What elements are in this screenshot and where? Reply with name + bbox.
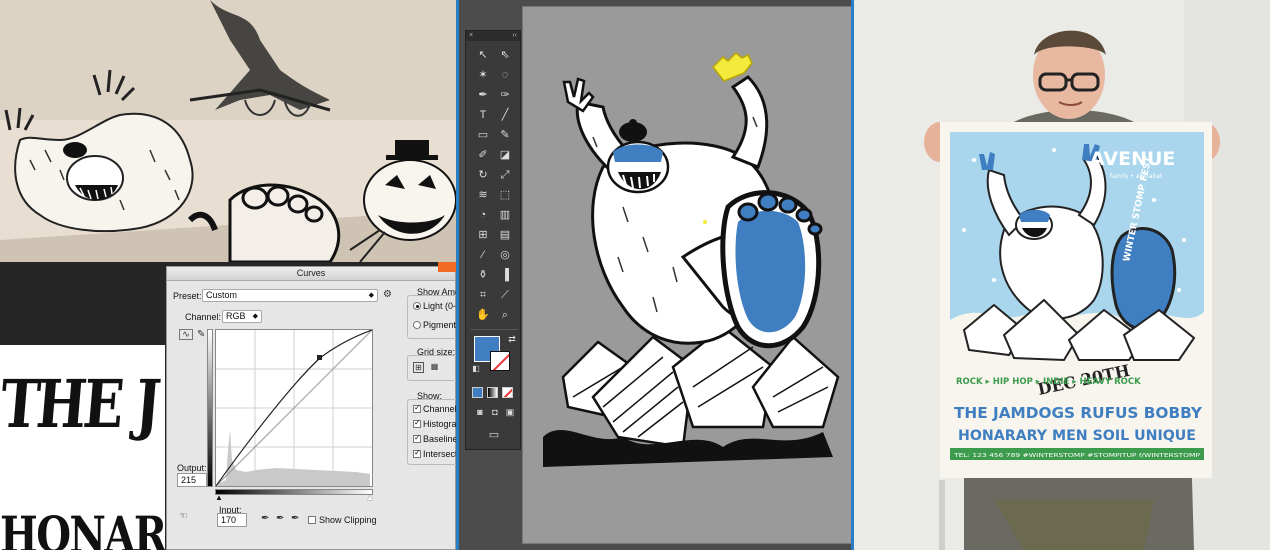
eyedropper-black-icon[interactable]: ✒ <box>261 513 269 524</box>
show-intersect-checkbox[interactable] <box>413 448 421 458</box>
show-baseline-checkbox[interactable] <box>413 433 421 443</box>
grid-simple-icon[interactable]: ⊞ <box>413 362 424 373</box>
curves-title: Curves <box>167 267 455 281</box>
photo-scene: WINTER STOMP FEST AVENUE family • alphab… <box>854 0 1270 550</box>
poster-footer: TEL: 123 456 789 #WINTERSTOMP #STOMPITUP… <box>953 453 1201 459</box>
direct-selection-tool-icon[interactable]: ⇖ <box>497 47 513 63</box>
tools-panel-header: × ‹‹ <box>466 31 520 41</box>
light-radio[interactable] <box>413 302 421 310</box>
show-histogram-checkbox[interactable] <box>413 418 421 428</box>
show-intersect-label: Intersect <box>423 449 456 459</box>
rotate-tool-icon[interactable]: ↻ <box>475 167 491 183</box>
eyedropper-tool-icon[interactable]: ⁄ <box>475 247 491 263</box>
curve-point-icon[interactable]: ∿ <box>179 329 193 340</box>
yeti-vector-art <box>543 51 840 467</box>
paintbrush-tool-icon[interactable]: ✎ <box>497 127 513 143</box>
input-gradient <box>215 489 373 495</box>
curvature-tool-icon[interactable]: ✑ <box>497 87 513 103</box>
preset-select[interactable]: Custom ◆ <box>202 289 378 302</box>
curve-plot <box>215 329 373 487</box>
type-tool-icon[interactable]: T <box>475 107 491 123</box>
show-channel-checkbox[interactable] <box>413 403 421 413</box>
hand-tool-icon[interactable]: ✋ <box>475 307 491 323</box>
preset-label: Preset: <box>173 291 202 301</box>
poster-venue: AVENUE <box>1090 148 1175 170</box>
artboard[interactable] <box>522 6 851 544</box>
curve-control-point[interactable] <box>317 355 322 360</box>
eyedropper-gray-icon[interactable]: ✒ <box>276 513 284 524</box>
close-icon[interactable]: × <box>469 31 473 41</box>
eraser-tool-icon[interactable]: ◪ <box>497 147 513 163</box>
show-baseline-label: Baseline <box>423 434 456 444</box>
scale-tool-icon[interactable]: ⤢ <box>497 167 513 183</box>
show-channel-label: Channel <box>423 404 456 414</box>
left-panel: THE J HONARARY MEN EN Curves Preset: Cus… <box>0 0 456 550</box>
default-colors-icon[interactable]: ◧ <box>468 361 484 377</box>
poster-venue-sub: family • alphabet <box>1110 173 1163 180</box>
eyedropper-white-icon[interactable]: ✒ <box>291 513 299 524</box>
output-field[interactable]: 215 <box>177 473 207 487</box>
light-label: Light (0- <box>423 301 456 311</box>
gear-icon[interactable]: ⚙ <box>383 289 392 300</box>
show-clipping-checkbox[interactable] <box>308 516 316 524</box>
lettering-line-1: THE J <box>0 365 161 443</box>
poster-photo: WINTER STOMP FEST AVENUE family • alphab… <box>854 0 1270 550</box>
gradient-tool-icon[interactable]: ▤ <box>497 227 513 243</box>
free-transform-tool-icon[interactable]: ⬚ <box>497 187 513 203</box>
pen-tool-icon[interactable]: ✒ <box>475 87 491 103</box>
slice-tool-icon[interactable]: ⟋ <box>497 287 513 303</box>
output-label: Output: <box>177 463 207 473</box>
collapse-icon[interactable]: ‹‹ <box>512 31 517 41</box>
width-tool-icon[interactable]: ≋ <box>475 187 491 203</box>
blend-tool-icon[interactable]: ◎ <box>497 247 513 263</box>
pigment-radio[interactable] <box>413 321 421 329</box>
stroke-swatch[interactable] <box>490 351 510 371</box>
hand-adjust-icon[interactable]: ☜ <box>179 511 188 522</box>
poster-bands-line-2: HONARARY MEN SOIL UNIQUE <box>958 428 1196 444</box>
none-mode-button[interactable] <box>502 387 513 398</box>
output-gradient <box>207 329 213 487</box>
symbol-sprayer-tool-icon[interactable]: ⚱ <box>475 267 491 283</box>
poster-genres: ROCK ▸ HIP HOP ▸ INDIE ▸ HEAVY ROCK <box>956 377 1141 387</box>
shaper-tool-icon[interactable]: ✐ <box>475 147 491 163</box>
input-field[interactable]: 170 <box>217 513 247 527</box>
white-point-slider[interactable]: ▲ <box>366 493 374 502</box>
selection-tool-icon[interactable]: ↖ <box>475 47 491 63</box>
mesh-tool-icon[interactable]: ⊞ <box>475 227 491 243</box>
line-tool-icon[interactable]: ╱ <box>497 107 513 123</box>
curves-graph[interactable] <box>215 329 373 487</box>
hand-lettering-sheet: THE J HONARARY MEN <box>0 345 165 550</box>
draw-behind-icon[interactable]: ◘ <box>487 404 503 420</box>
magic-wand-tool-icon[interactable]: ✶ <box>475 67 491 83</box>
poster: WINTER STOMP FEST AVENUE family • alphab… <box>940 122 1212 478</box>
illustrator-window: × ‹‹ ↖ ⇖ ✶ ◌ ✒ ✑ T ╱ ▭ ✎ ✐ ◪ ↻ ⤢ ≋ ⬚ ◔ ▥… <box>456 0 854 550</box>
column-graph-tool-icon[interactable]: ▐ <box>497 267 513 283</box>
perspective-tool-icon[interactable]: ▥ <box>497 207 513 223</box>
gradient-mode-button[interactable] <box>487 387 498 398</box>
show-histogram-label: Histogra <box>423 419 456 429</box>
show-clipping-label: Show Clipping <box>319 515 377 525</box>
channel-label: Channel: <box>185 312 222 322</box>
lettering-line-2: HONARARY MEN <box>0 505 165 550</box>
artboard-tool-icon[interactable]: ⌗ <box>475 287 491 303</box>
draw-normal-icon[interactable]: ◙ <box>472 404 488 420</box>
rectangle-tool-icon[interactable]: ▭ <box>475 127 491 143</box>
poster-bands-line-1: THE JAMDOGS RUFUS BOBBY <box>954 404 1203 422</box>
channel-select[interactable]: RGB ◆ <box>222 310 262 323</box>
pencil-icon[interactable]: ✎ <box>197 329 205 340</box>
screen-mode-icon[interactable]: ▭ <box>486 427 502 443</box>
lasso-tool-icon[interactable]: ◌ <box>497 67 513 83</box>
draw-inside-icon[interactable]: ▣ <box>502 404 518 420</box>
black-point-slider[interactable]: ▲ <box>215 493 223 502</box>
zoom-tool-icon[interactable]: ⌕ <box>497 307 513 323</box>
sketch-photo <box>0 0 456 262</box>
tools-panel: × ‹‹ ↖ ⇖ ✶ ◌ ✒ ✑ T ╱ ▭ ✎ ✐ ◪ ↻ ⤢ ≋ ⬚ ◔ ▥… <box>465 30 521 450</box>
pigment-label: Pigment/ <box>423 320 456 330</box>
shape-builder-tool-icon[interactable]: ◔ <box>475 207 491 223</box>
color-mode-button[interactable] <box>472 387 483 398</box>
grid-detailed-icon[interactable]: ▦ <box>429 362 440 373</box>
swap-colors-icon[interactable]: ⇄ <box>504 331 520 347</box>
curves-dialog: Curves Preset: Custom ◆ ⚙ Channel: RGB ◆ ∿… <box>166 266 456 550</box>
